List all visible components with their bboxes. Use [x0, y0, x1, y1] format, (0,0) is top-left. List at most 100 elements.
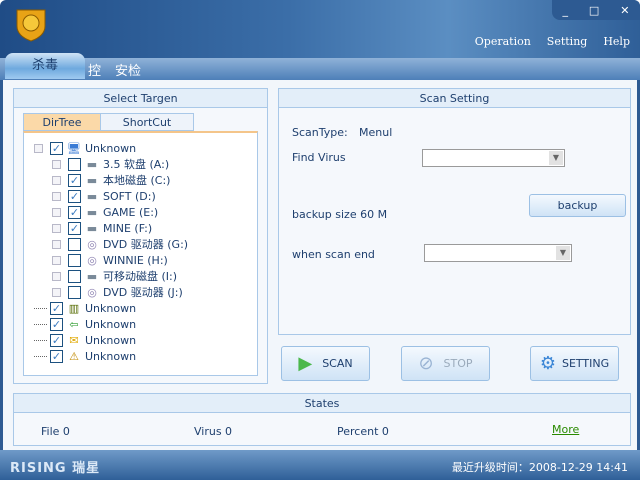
tab-control[interactable]: 控 [88, 60, 101, 79]
checkbox[interactable]: ✓ [50, 141, 63, 155]
menu-bar: Operation Setting Help [475, 35, 630, 48]
tree-item-label: GAME (E:) [103, 205, 159, 219]
drive-icon: ▬ [86, 173, 98, 187]
tree-item[interactable]: ✓ ▥ Unknown [34, 300, 136, 316]
checkbox[interactable]: ✓ [50, 349, 63, 363]
checkbox[interactable]: ✓ [50, 333, 63, 347]
find-virus-select[interactable]: ▼ [422, 149, 565, 167]
setting-button[interactable]: ⚙ SETTING [530, 346, 619, 381]
dvd-icon: ◎ [87, 285, 97, 299]
checkbox[interactable]: ✓ [68, 205, 81, 219]
tree-item-label: 3.5 软盘 (A:) [103, 158, 170, 171]
find-virus-label: Find Virus [292, 151, 346, 164]
drive-icon: ▬ [86, 189, 98, 203]
checkbox[interactable] [68, 237, 81, 251]
tree-item[interactable]: ✓ ✉ Unknown [34, 332, 136, 348]
tree-item-label: MINE (F:) [103, 221, 153, 235]
tree-item-label: Unknown [85, 349, 137, 363]
drive-icon: ▬ [86, 205, 98, 219]
tree-item[interactable]: ✓ ⚠ Unknown [34, 348, 136, 364]
more-link[interactable]: More [552, 423, 579, 436]
tree-item[interactable]: ▬ 可移动磁盘 (I:) [52, 268, 177, 284]
expander-icon[interactable] [34, 143, 43, 153]
checkbox[interactable]: ✓ [68, 221, 81, 235]
stop-button[interactable]: ⊘ STOP [401, 346, 490, 381]
tree-item-label: DVD 驱动器 (J:) [103, 286, 183, 299]
tree-item[interactable]: ✓ ▬ SOFT (D:) [52, 188, 156, 204]
virus-count: Virus 0 [194, 425, 233, 438]
expander-icon[interactable] [52, 239, 61, 249]
tree-item-label: SOFT (D:) [103, 189, 156, 203]
dvd-icon: ◎ [87, 237, 97, 251]
checkbox[interactable] [68, 285, 81, 299]
menu-help[interactable]: Help [603, 35, 630, 48]
tab-shortcut[interactable]: ShortCut [100, 113, 194, 131]
expander-icon[interactable] [52, 191, 61, 201]
tree-item[interactable]: ◎ WINNIE (H:) [52, 252, 168, 268]
minimize-button[interactable]: _ [562, 4, 568, 17]
tab-antivirus[interactable]: 杀毒 [5, 53, 85, 79]
checkbox[interactable]: ✓ [68, 173, 81, 187]
rising-logo: RISING 瑞星 [10, 461, 101, 476]
file-count: File 0 [41, 425, 70, 438]
computer-icon: 🖥 [67, 141, 81, 155]
tree-item[interactable]: ✓ 🖥 Unknown [34, 140, 136, 156]
tree-item-label: 本地磁盘 (C:) [103, 174, 171, 187]
checkbox[interactable]: ✓ [68, 189, 81, 203]
tree-item[interactable]: ✓ ▬ 本地磁盘 (C:) [52, 172, 170, 188]
tree-item[interactable]: ▬ 3.5 软盘 (A:) [52, 156, 169, 172]
drive-icon: ▬ [86, 157, 98, 171]
tree-item[interactable]: ✓ ▬ MINE (F:) [52, 220, 152, 236]
panel-title: Scan Setting [279, 89, 630, 108]
chevron-down-icon: ▼ [556, 246, 570, 260]
checkbox[interactable]: ✓ [50, 301, 63, 315]
checkbox[interactable] [68, 253, 81, 267]
menu-operation[interactable]: Operation [475, 35, 531, 48]
window-controls: _ □ ✕ [552, 0, 640, 20]
maximize-button[interactable]: □ [589, 4, 599, 17]
scan-type-label: ScanType: [292, 126, 348, 139]
when-scan-end-label: when scan end [292, 248, 375, 261]
tree-item-label: Unknown [85, 141, 137, 155]
dir-tree: ✓ 🖥 Unknown ▬ 3.5 软盘 (A:) ✓ ▬ 本地磁盘 (C:) ✓ ▬ SOFT (… [23, 131, 258, 376]
checkbox[interactable] [68, 157, 81, 171]
tab-security-check[interactable]: 安检 [115, 60, 141, 79]
when-scan-end-select[interactable]: ▼ [424, 244, 572, 262]
tree-item-label: 可移动磁盘 (I:) [103, 270, 178, 283]
expander-icon[interactable] [52, 287, 61, 297]
tree-item[interactable]: ✓ ⇦ Unknown [34, 316, 136, 332]
checkbox[interactable]: ✓ [50, 317, 63, 331]
expander-icon[interactable] [52, 175, 61, 185]
scan-type-value: Menul [359, 126, 393, 139]
tree-item-label: DVD 驱动器 (G:) [103, 238, 189, 251]
expander-icon[interactable] [52, 255, 61, 265]
percent-value: Percent 0 [337, 425, 389, 438]
close-button[interactable]: ✕ [620, 4, 629, 17]
drive-icon: ▬ [86, 269, 98, 283]
tree-line [34, 355, 47, 357]
scan-label: SCAN [322, 357, 353, 370]
tree-item[interactable]: ✓ ▬ GAME (E:) [52, 204, 158, 220]
dvd-icon: ◎ [87, 253, 97, 267]
setting-label: SETTING [561, 357, 610, 370]
scan-button[interactable]: ▶ SCAN [281, 346, 370, 381]
tree-item[interactable]: ◎ DVD 驱动器 (G:) [52, 236, 188, 252]
mail-icon: ✉ [69, 333, 79, 347]
expander-icon[interactable] [52, 223, 61, 233]
footer-bar: RISING 瑞星 最近升级时间：2008-12-29 14:41 [0, 450, 640, 480]
tree-item[interactable]: ◎ DVD 驱动器 (J:) [52, 284, 183, 300]
menu-setting[interactable]: Setting [547, 35, 588, 48]
tree-line [34, 339, 47, 341]
tree-item-label: Unknown [85, 317, 137, 331]
expander-icon[interactable] [52, 207, 61, 217]
tab-dirtree[interactable]: DirTree [23, 113, 101, 131]
checkbox[interactable] [68, 269, 81, 283]
tree-item-label: WINNIE (H:) [103, 253, 168, 267]
expander-icon[interactable] [52, 271, 61, 281]
expander-icon[interactable] [52, 159, 61, 169]
tree-line [34, 307, 47, 309]
boot-icon: ⇦ [69, 317, 79, 331]
tree-item-label: Unknown [85, 301, 137, 315]
states-panel: States File 0 Virus 0 Percent 0 More [13, 393, 631, 446]
backup-button[interactable]: backup [529, 194, 626, 217]
